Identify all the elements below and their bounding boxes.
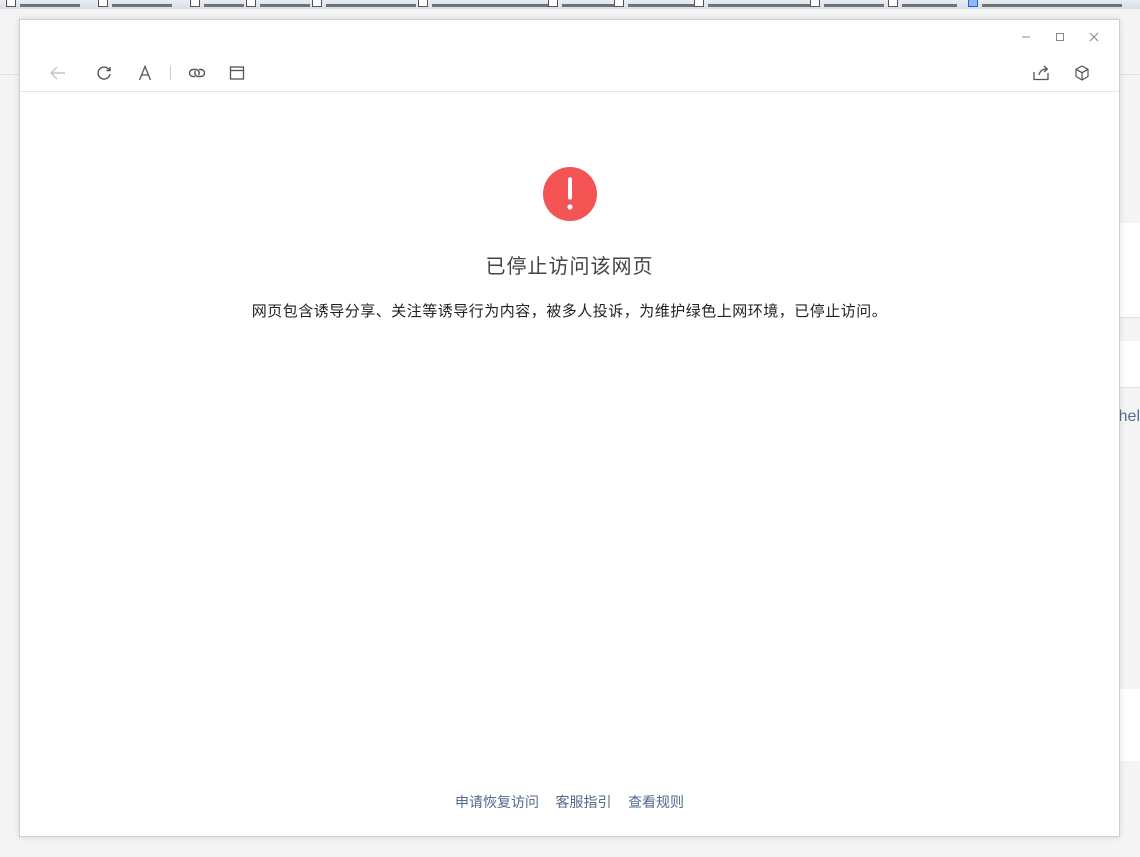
taskbar-item[interactable] bbox=[418, 0, 552, 8]
arrow-left-icon bbox=[50, 66, 65, 80]
footer-links: 申请恢复访问 客服指引 查看规则 bbox=[20, 792, 1119, 812]
app-icon bbox=[888, 0, 898, 7]
customer-service-guide-link[interactable]: 客服指引 bbox=[556, 795, 612, 811]
page-content: 已停止访问该网页 网页包含诱导分享、关注等诱导行为内容，被多人投诉，为维护绿色上… bbox=[20, 92, 1119, 836]
refresh-icon bbox=[97, 66, 111, 80]
taskbar-item[interactable] bbox=[810, 0, 884, 8]
app-icon bbox=[968, 0, 978, 7]
taskbar-item[interactable] bbox=[614, 0, 698, 8]
taskbar-item[interactable] bbox=[694, 0, 813, 8]
page-title: 已停止访问该网页 bbox=[485, 254, 654, 278]
divider bbox=[1120, 387, 1140, 388]
taskbar-item[interactable] bbox=[98, 0, 172, 8]
maximize-icon bbox=[1056, 33, 1064, 41]
app-icon bbox=[810, 0, 820, 7]
maximize-button[interactable] bbox=[1043, 26, 1077, 48]
block-message: 网页包含诱导分享、关注等诱导行为内容，被多人投诉，为维护绿色上网环境，已停止访问… bbox=[251, 302, 888, 320]
browser-window: 已停止访问该网页 网页包含诱导分享、关注等诱导行为内容，被多人投诉，为维护绿色上… bbox=[19, 19, 1120, 837]
view-rules-link[interactable]: 查看规则 bbox=[628, 795, 684, 811]
request-restore-link[interactable]: 申请恢复访问 bbox=[455, 795, 539, 811]
back-button[interactable] bbox=[47, 62, 69, 84]
taskbar-item[interactable] bbox=[312, 0, 416, 8]
taskbar-item[interactable] bbox=[190, 0, 244, 8]
minimize-icon bbox=[1022, 36, 1030, 38]
app-icon bbox=[418, 0, 428, 7]
window-icon bbox=[229, 66, 245, 80]
open-window-button[interactable] bbox=[226, 62, 248, 84]
app-icon bbox=[614, 0, 624, 7]
close-icon bbox=[1089, 32, 1099, 42]
link-icon bbox=[188, 68, 206, 78]
app-icon bbox=[548, 0, 558, 7]
close-button[interactable] bbox=[1077, 26, 1111, 48]
copy-link-button[interactable] bbox=[186, 62, 208, 84]
font-size-icon bbox=[138, 64, 152, 81]
share-button[interactable] bbox=[1030, 62, 1052, 84]
divider bbox=[1120, 317, 1140, 318]
app-icon bbox=[694, 0, 704, 7]
browser-toolbar bbox=[20, 54, 1119, 92]
cube-icon bbox=[1075, 65, 1089, 81]
taskbar-item[interactable] bbox=[548, 0, 617, 8]
app-icon bbox=[246, 0, 256, 7]
window-controls bbox=[1009, 26, 1111, 48]
cube-button[interactable] bbox=[1071, 62, 1093, 84]
app-icon bbox=[190, 0, 200, 7]
background-panel bbox=[1120, 223, 1140, 318]
background-panel bbox=[1120, 341, 1140, 387]
refresh-button[interactable] bbox=[93, 62, 115, 84]
taskbar-item[interactable] bbox=[888, 0, 957, 8]
taskbar-item[interactable] bbox=[968, 0, 1122, 8]
app-icon bbox=[6, 0, 16, 7]
font-size-button[interactable] bbox=[134, 62, 156, 84]
minimize-button[interactable] bbox=[1009, 26, 1043, 48]
share-icon bbox=[1033, 65, 1049, 81]
app-icon bbox=[98, 0, 108, 7]
taskbar-item[interactable] bbox=[246, 0, 310, 8]
taskbar-item[interactable] bbox=[6, 0, 80, 8]
background-partial-text: hel bbox=[1118, 408, 1140, 425]
toolbar-separator bbox=[170, 66, 171, 80]
exclamation-circle-icon bbox=[543, 167, 597, 221]
background-panel bbox=[1120, 689, 1140, 761]
app-icon bbox=[312, 0, 322, 7]
